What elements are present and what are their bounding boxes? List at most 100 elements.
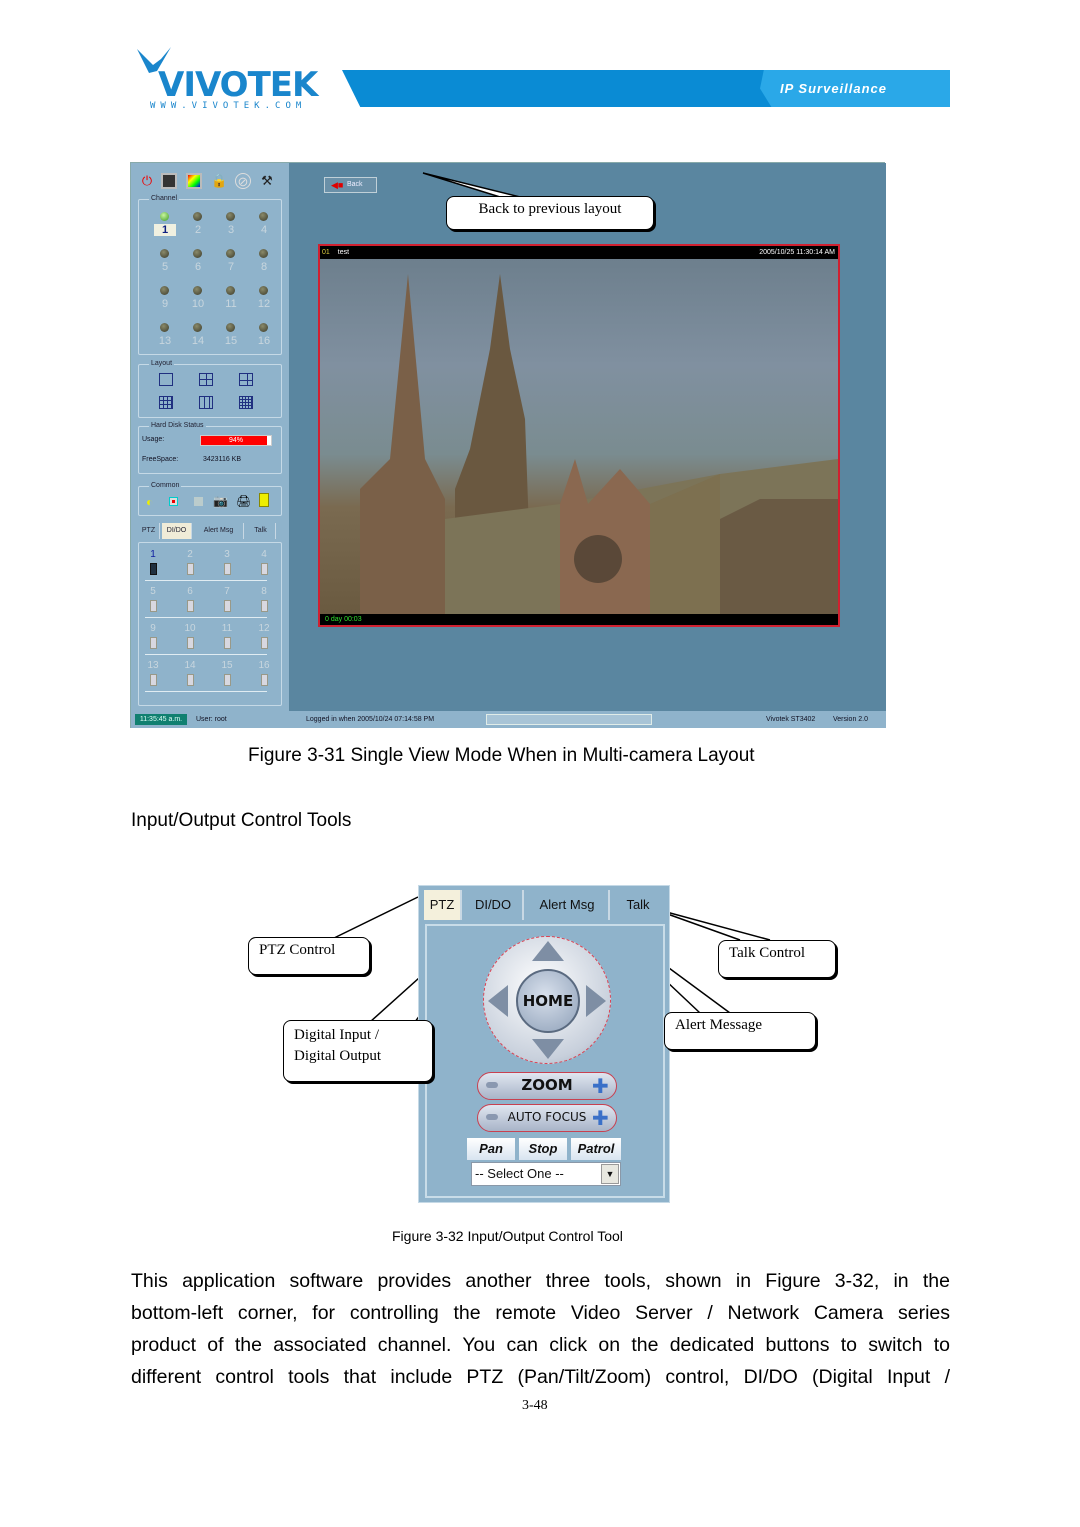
pan-button[interactable]: Pan bbox=[467, 1138, 515, 1160]
zoom-in-button[interactable]: ✚ bbox=[592, 1076, 609, 1096]
io-tab-ptz[interactable]: PTZ bbox=[424, 890, 462, 920]
common-group: Common ◐ 📷 🖨 bbox=[138, 482, 282, 516]
layout-3x3-icon[interactable] bbox=[159, 396, 173, 409]
page-header: VIVOTEK WWW.VIVOTEK.COM IP Surveillance bbox=[130, 45, 950, 115]
status-login: Logged in when 2005/10/24 07:14:58 PM bbox=[306, 716, 435, 723]
dido-switch[interactable] bbox=[187, 637, 194, 649]
dido-switch[interactable] bbox=[224, 674, 231, 686]
focus-far-button[interactable]: ✚ bbox=[592, 1108, 609, 1128]
channel-button[interactable]: 15 bbox=[220, 335, 242, 347]
status-user: User: root bbox=[196, 716, 227, 723]
channel-button[interactable]: 8 bbox=[253, 261, 275, 273]
channel-button[interactable]: 9 bbox=[154, 298, 176, 310]
dido-switch[interactable] bbox=[150, 563, 157, 575]
dido-switch[interactable] bbox=[261, 637, 268, 649]
stop-record-icon[interactable] bbox=[194, 497, 203, 506]
zoom-out-button[interactable] bbox=[486, 1082, 498, 1088]
lock-icon[interactable]: 🔒 bbox=[211, 173, 227, 189]
tools-icon[interactable]: ⚒ bbox=[259, 173, 275, 189]
tab-dido[interactable]: DI/DO bbox=[162, 523, 192, 539]
status-model: Vivotek ST3402 bbox=[766, 716, 816, 723]
channel-button[interactable]: 5 bbox=[154, 261, 176, 273]
channel-button[interactable]: 2 bbox=[187, 224, 209, 236]
channel-button[interactable]: 4 bbox=[253, 224, 275, 236]
dido-row-divider bbox=[145, 654, 267, 655]
io-tab-alert-msg[interactable]: Alert Msg bbox=[526, 890, 610, 920]
record-icon[interactable] bbox=[169, 497, 178, 506]
focus-near-button[interactable] bbox=[486, 1114, 498, 1120]
tab-talk[interactable]: Talk bbox=[246, 523, 276, 539]
channel-button[interactable]: 16 bbox=[253, 335, 275, 347]
hard-disk-label: Hard Disk Status bbox=[149, 422, 206, 429]
channel-button[interactable]: 3 bbox=[220, 224, 242, 236]
dido-switch[interactable] bbox=[150, 674, 157, 686]
channel-button[interactable]: 7 bbox=[220, 261, 242, 273]
speaker-icon[interactable]: ◐ bbox=[146, 495, 153, 509]
dido-switch[interactable] bbox=[150, 637, 157, 649]
channel-button[interactable]: 1 bbox=[154, 224, 176, 236]
layout-1plus5-icon[interactable] bbox=[239, 373, 253, 386]
dido-switch[interactable] bbox=[261, 600, 268, 612]
tab-ptz[interactable]: PTZ bbox=[138, 523, 160, 539]
left-panel: ⏻ 🔒 ⊘ ⚒ Channel 1 2 3 4 5 6 7 8 9 10 11 12 13 14 15 16 … bbox=[131, 163, 289, 711]
layout-1plus7-icon[interactable] bbox=[199, 396, 213, 409]
dido-switch[interactable] bbox=[261, 674, 268, 686]
disc-icon[interactable]: ⊘ bbox=[235, 173, 251, 189]
dido-switch[interactable] bbox=[224, 637, 231, 649]
dido-switch[interactable] bbox=[150, 600, 157, 612]
dido-switch[interactable] bbox=[187, 600, 194, 612]
io-tab-dido[interactable]: DI/DO bbox=[464, 890, 524, 920]
print-icon[interactable]: 🖨 bbox=[236, 494, 251, 508]
io-tab-talk[interactable]: Talk bbox=[612, 890, 664, 920]
channel-led-icon bbox=[160, 212, 169, 221]
page-number: 3-48 bbox=[522, 1398, 548, 1413]
dido-channel-label: 16 bbox=[258, 660, 270, 671]
tab-alert-msg[interactable]: Alert Msg bbox=[194, 523, 244, 539]
video-channel-name: test bbox=[337, 249, 350, 256]
video-elapsed: 0 day 00:03 bbox=[320, 614, 838, 625]
dido-switch[interactable] bbox=[261, 563, 268, 575]
layout-group-label: Layout bbox=[149, 360, 175, 367]
layout-4x4-icon[interactable] bbox=[239, 396, 253, 409]
dido-switch[interactable] bbox=[224, 563, 231, 575]
preset-select[interactable]: -- Select One -- ▼ bbox=[471, 1162, 621, 1186]
tilt-up-button[interactable] bbox=[532, 941, 564, 961]
back-button[interactable]: ◀■ Back bbox=[324, 177, 377, 193]
callout-dido-line1: Digital Input / bbox=[294, 1027, 379, 1043]
focus-control: AUTO FOCUS ✚ bbox=[477, 1104, 617, 1132]
chevron-down-icon[interactable]: ▼ bbox=[601, 1164, 619, 1184]
channel-button[interactable]: 13 bbox=[154, 335, 176, 347]
pan-right-button[interactable] bbox=[586, 985, 606, 1017]
monitor-icon[interactable] bbox=[161, 173, 177, 189]
channel-button[interactable]: 11 bbox=[220, 298, 242, 310]
color-monitor-icon[interactable] bbox=[186, 173, 202, 189]
home-button[interactable]: HOME bbox=[516, 969, 580, 1033]
layout-2x2-icon[interactable] bbox=[199, 373, 213, 386]
video-window[interactable]: 01 test 2005/10/25 11:30:14 AM 0 day 00:… bbox=[318, 244, 840, 627]
dido-switch[interactable] bbox=[187, 563, 194, 575]
trash-icon[interactable] bbox=[259, 493, 269, 507]
power-icon[interactable]: ⏻ bbox=[139, 173, 155, 189]
layout-1x1-icon[interactable] bbox=[159, 373, 173, 386]
snapshot-icon[interactable]: 📷 bbox=[213, 494, 228, 508]
tilt-down-button[interactable] bbox=[532, 1039, 564, 1059]
callout-alert-message: Alert Message bbox=[664, 1012, 816, 1050]
channel-led-icon bbox=[226, 323, 235, 332]
free-space-label: FreeSpace: bbox=[142, 456, 179, 463]
common-group-label: Common bbox=[149, 482, 182, 489]
channel-group: Channel 1 2 3 4 5 6 7 8 9 10 11 12 13 14 15 16 bbox=[138, 195, 282, 355]
patrol-button[interactable]: Patrol bbox=[571, 1138, 621, 1160]
zoom-label: ZOOM bbox=[521, 1076, 573, 1094]
stop-button[interactable]: Stop bbox=[519, 1138, 567, 1160]
channel-button[interactable]: 12 bbox=[253, 298, 275, 310]
zoom-control: ZOOM ✚ bbox=[477, 1072, 617, 1100]
dido-switch[interactable] bbox=[224, 600, 231, 612]
logo-url: WWW.VIVOTEK.COM bbox=[150, 101, 307, 111]
pan-left-button[interactable] bbox=[488, 985, 508, 1017]
channel-button[interactable]: 10 bbox=[187, 298, 209, 310]
dido-channel-label: 15 bbox=[221, 660, 233, 671]
focus-label: AUTO FOCUS bbox=[507, 1110, 587, 1124]
channel-button[interactable]: 6 bbox=[187, 261, 209, 273]
dido-switch[interactable] bbox=[187, 674, 194, 686]
channel-button[interactable]: 14 bbox=[187, 335, 209, 347]
